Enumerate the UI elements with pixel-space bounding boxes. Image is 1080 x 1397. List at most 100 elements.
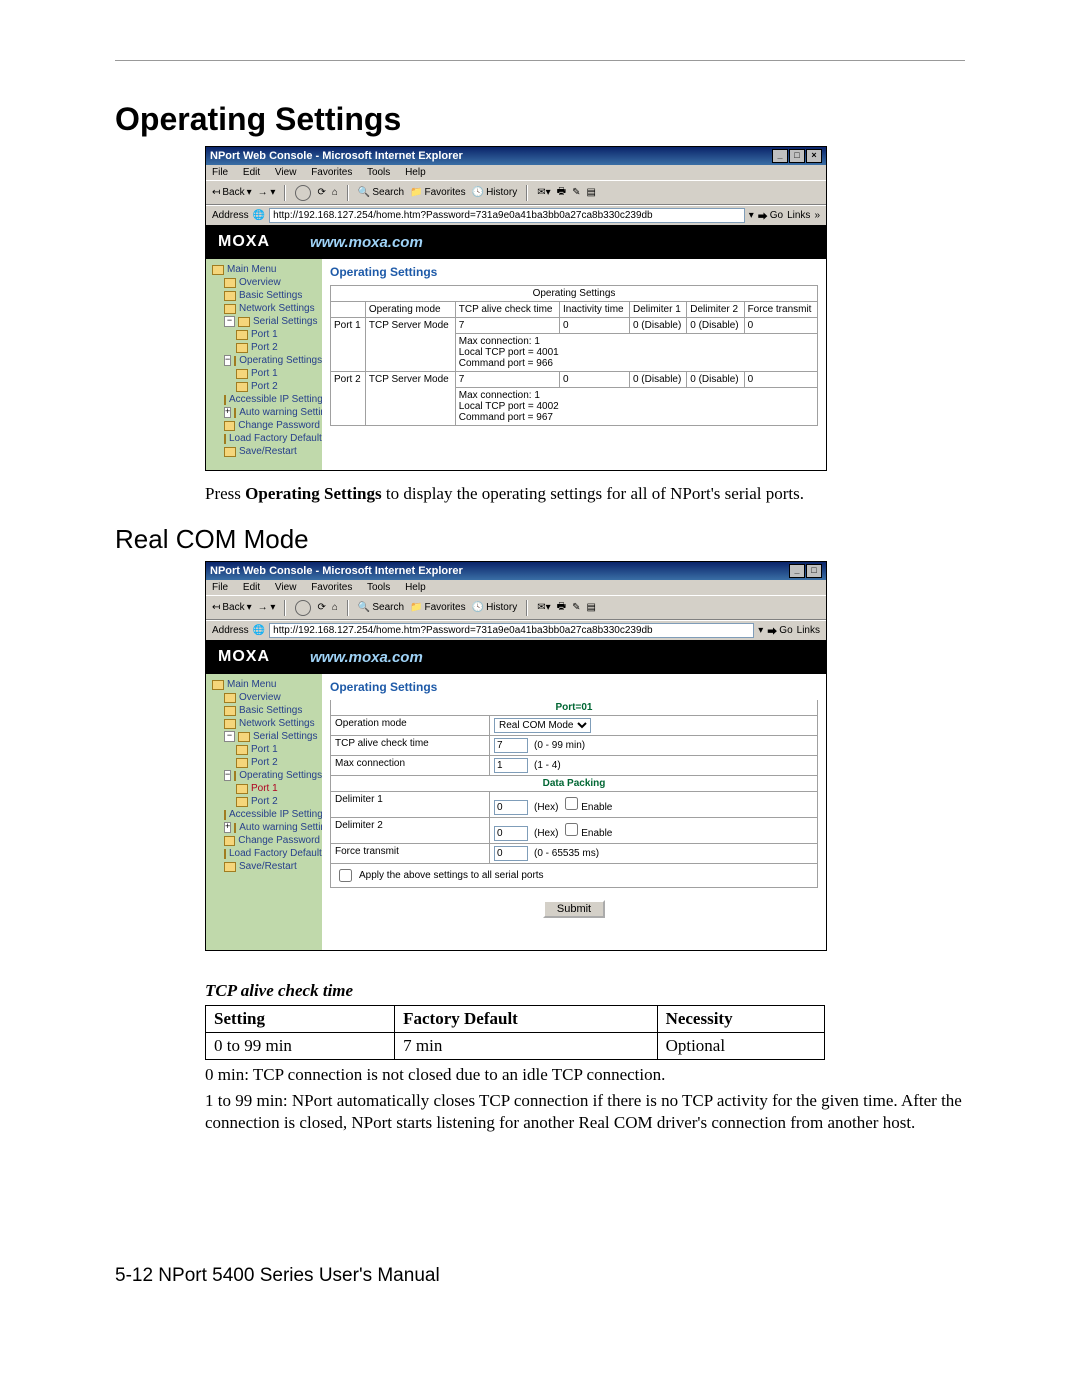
nav-op-port2[interactable]: Port 2: [210, 380, 320, 393]
favorites-button[interactable]: 📁Favorites: [410, 187, 466, 198]
refresh-icon[interactable]: ⟳: [317, 602, 325, 613]
discuss-icon[interactable]: ▤: [586, 187, 595, 198]
menu-edit[interactable]: Edit: [243, 582, 260, 593]
nav-basic-settings[interactable]: Basic Settings: [210, 704, 320, 717]
apply-all-checkbox[interactable]: [339, 869, 352, 882]
discuss-icon[interactable]: ▤: [586, 602, 595, 613]
nav-accessible-ip[interactable]: Accessible IP Settings: [210, 808, 320, 821]
history-button[interactable]: 🕓History: [472, 602, 518, 613]
force-transmit-input[interactable]: [494, 846, 528, 861]
minimize-icon[interactable]: _: [789, 564, 805, 578]
maximize-icon[interactable]: □: [806, 564, 822, 578]
forward-button[interactable]: → ▾: [258, 187, 276, 198]
menu-tools[interactable]: Tools: [367, 167, 390, 178]
refresh-icon[interactable]: ⟳: [317, 187, 325, 198]
nav-overview[interactable]: Overview: [210, 276, 320, 289]
history-button[interactable]: 🕓History: [472, 187, 518, 198]
menu-view[interactable]: View: [275, 167, 297, 178]
nav-save-restart[interactable]: Save/Restart: [210, 445, 320, 458]
menu-help[interactable]: Help: [405, 167, 426, 178]
collapse-icon[interactable]: −: [224, 770, 231, 781]
home-icon[interactable]: ⌂: [332, 187, 338, 198]
nav-serial-port1[interactable]: Port 1: [210, 328, 320, 341]
defn-col-default: Factory Default: [395, 1006, 657, 1033]
back-button[interactable]: ↤ Back ▾: [212, 602, 252, 613]
nav-basic-settings[interactable]: Basic Settings: [210, 289, 320, 302]
delimiter2-input[interactable]: [494, 826, 528, 841]
nav-serial-settings[interactable]: −Serial Settings: [210, 315, 320, 328]
nav-serial-port2[interactable]: Port 2: [210, 341, 320, 354]
address-input[interactable]: [269, 623, 754, 638]
nav-operating-settings[interactable]: −Operating Settings: [210, 354, 320, 367]
expand-icon[interactable]: +: [224, 822, 231, 833]
opmode-select[interactable]: Real COM Mode: [494, 718, 591, 733]
menu-edit[interactable]: Edit: [243, 167, 260, 178]
nav-operating-settings[interactable]: −Operating Settings: [210, 769, 320, 782]
nav-main-menu[interactable]: Main Menu: [210, 263, 320, 276]
search-button[interactable]: 🔍Search: [358, 187, 404, 198]
edit-icon[interactable]: ✎: [572, 187, 580, 198]
address-dropdown-icon[interactable]: ▾: [758, 625, 763, 636]
menu-favorites[interactable]: Favorites: [311, 582, 352, 593]
nav-load-factory[interactable]: Load Factory Default: [210, 847, 320, 860]
edit-icon[interactable]: ✎: [572, 602, 580, 613]
nav-serial-settings[interactable]: −Serial Settings: [210, 730, 320, 743]
search-button[interactable]: 🔍Search: [358, 602, 404, 613]
menu-help[interactable]: Help: [405, 582, 426, 593]
nav-overview[interactable]: Overview: [210, 691, 320, 704]
mail-icon[interactable]: ✉▾: [537, 602, 550, 613]
maximize-icon[interactable]: □: [789, 149, 805, 163]
stop-icon[interactable]: [295, 185, 311, 201]
print-icon[interactable]: 🖶: [557, 184, 566, 201]
favorites-button[interactable]: 📁Favorites: [410, 602, 466, 613]
address-dropdown-icon[interactable]: ▾: [749, 210, 754, 221]
maxconn-input[interactable]: [494, 758, 528, 773]
menu-file[interactable]: File: [212, 582, 228, 593]
nav-op-port1-active[interactable]: Port 1: [210, 782, 320, 795]
nav-change-password[interactable]: Change Password: [210, 834, 320, 847]
nav-accessible-ip[interactable]: Accessible IP Settings: [210, 393, 320, 406]
mail-icon[interactable]: ✉▾: [537, 187, 550, 198]
delimiter1-enable-checkbox[interactable]: [565, 797, 578, 810]
menu-tools[interactable]: Tools: [367, 582, 390, 593]
stop-icon[interactable]: [295, 600, 311, 616]
minimize-icon[interactable]: _: [772, 149, 788, 163]
nav-serial-port1[interactable]: Port 1: [210, 743, 320, 756]
col-tcp: TCP alive check time: [455, 302, 559, 318]
nav-load-factory[interactable]: Load Factory Default: [210, 432, 320, 445]
nav-change-password[interactable]: Change Password: [210, 419, 320, 432]
go-button[interactable]: ⮕Go: [758, 208, 783, 223]
nav-op-port2[interactable]: Port 2: [210, 795, 320, 808]
nav-network-settings[interactable]: Network Settings: [210, 302, 320, 315]
links-label[interactable]: Links: [787, 210, 810, 221]
nav-auto-warning[interactable]: +Auto warning Settings: [210, 406, 320, 419]
back-button[interactable]: ↤ Back ▾: [212, 187, 252, 198]
nav-auto-warning[interactable]: +Auto warning Settings: [210, 821, 320, 834]
print-icon[interactable]: 🖶: [557, 599, 566, 616]
nav-serial-port2[interactable]: Port 2: [210, 756, 320, 769]
collapse-icon[interactable]: −: [224, 355, 231, 366]
close-icon[interactable]: ×: [806, 149, 822, 163]
go-button[interactable]: ⮕Go: [767, 623, 792, 638]
nav-network-settings[interactable]: Network Settings: [210, 717, 320, 730]
collapse-icon[interactable]: −: [224, 316, 235, 327]
menu-favorites[interactable]: Favorites: [311, 167, 352, 178]
expand-icon[interactable]: +: [224, 407, 231, 418]
forward-button[interactable]: → ▾: [258, 602, 276, 613]
window-title: NPort Web Console - Microsoft Internet E…: [210, 150, 463, 162]
delimiter2-enable-checkbox[interactable]: [565, 823, 578, 836]
table-row: Port 2 TCP Server Mode 70 0 (Disable)0 (…: [331, 372, 818, 388]
menu-view[interactable]: View: [275, 582, 297, 593]
nav-op-port1[interactable]: Port 1: [210, 367, 320, 380]
submit-button[interactable]: Submit: [543, 900, 605, 918]
collapse-icon[interactable]: −: [224, 731, 235, 742]
home-icon[interactable]: ⌂: [332, 602, 338, 613]
moxa-logo: MOXA: [218, 648, 270, 666]
address-input[interactable]: [269, 208, 745, 223]
delimiter1-input[interactable]: [494, 800, 528, 815]
tcp-alive-input[interactable]: [494, 738, 528, 753]
nav-main-menu[interactable]: Main Menu: [210, 678, 320, 691]
menu-file[interactable]: File: [212, 167, 228, 178]
links-label[interactable]: Links: [797, 625, 820, 636]
nav-save-restart[interactable]: Save/Restart: [210, 860, 320, 873]
